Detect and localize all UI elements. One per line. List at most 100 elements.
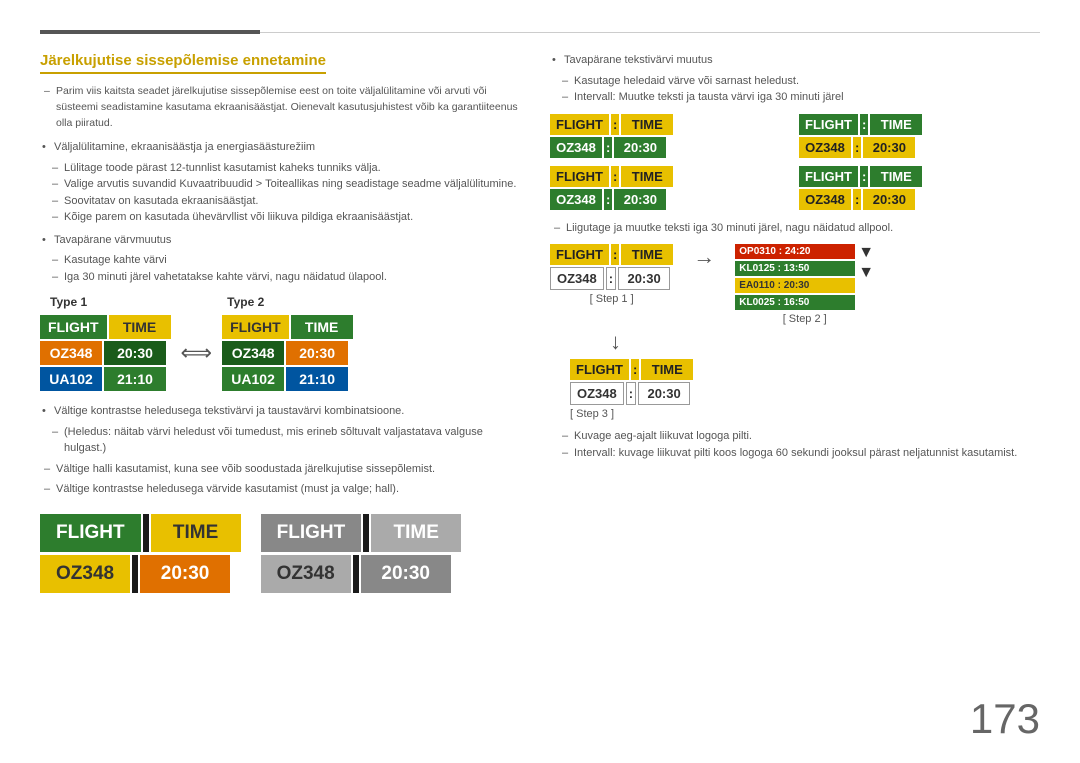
mb2-sep: : (860, 114, 868, 135)
ld2-sep2 (353, 555, 359, 593)
sub3-1: (Heledus: näitab värvi heledust või tume… (40, 424, 520, 457)
mb2-flight: FLIGHT (799, 114, 858, 135)
step1-board: FLIGHT : TIME OZ348 : 20:30 (550, 244, 673, 290)
ld1-oz348: OZ348 (40, 555, 130, 593)
sub1-3: Soovitatav on kasutada ekraanisäästjat. (40, 193, 520, 210)
mini-board-4: FLIGHT : TIME OZ348 : 20:30 (799, 166, 1040, 210)
ld1-sep2 (132, 555, 138, 593)
mb1-sep2: : (604, 137, 612, 158)
scroll-arrows: ▼ ▼ (858, 244, 874, 282)
right-sub1-2: Intervall: Muutke teksti ja tausta värvi… (550, 89, 1040, 106)
main-content: Järelkujutise sissepõlemise ennetamine P… (40, 52, 1040, 743)
type-labels: Type 1 Type 2 (50, 295, 520, 309)
type2-oz348: OZ348 (222, 341, 284, 365)
type1-flight: FLIGHT (40, 315, 107, 339)
bullet1: Väljalülitamine, ekraanisäästja ja energ… (40, 139, 520, 156)
step1-block: FLIGHT : TIME OZ348 : 20:30 [ Step 1 ] (550, 244, 673, 305)
step2-board: OP0310 : 24:20 KL0125 : 13:50 EA0110 : 2… (735, 244, 855, 310)
s1-oz348: OZ348 (550, 267, 604, 290)
large-displays: FLIGHT TIME OZ348 20:30 FLIGHT (40, 514, 520, 593)
ld2-time: TIME (371, 514, 461, 552)
type2-2110: 21:10 (286, 367, 348, 391)
sub2-2: Iga 30 minuti järel vahetatakse kahte vä… (40, 269, 520, 286)
s2-line2: KL0125 : 13:50 (735, 261, 855, 276)
mb4-sep2: : (853, 189, 861, 210)
down-arrow-icon: ↓ (610, 329, 621, 354)
s3-flight: FLIGHT (570, 359, 629, 380)
mb4-sep: : (860, 166, 868, 187)
mb1-sep: : (611, 114, 619, 135)
s2-line3: EA0110 : 20:30 (735, 278, 855, 293)
type-comparison: FLIGHT TIME OZ348 20:30 UA102 21:10 ⟺ (40, 315, 520, 391)
right-column: Tavapärane tekstivärvi muutus Kasutage h… (550, 52, 1040, 743)
left-column: Järelkujutise sissepõlemise ennetamine P… (40, 52, 520, 743)
sub1-1: Lülitage toode pärast 12-tunnlist kasuta… (40, 160, 520, 177)
top-rule-left (40, 30, 260, 34)
ld2-flight: FLIGHT (261, 514, 362, 552)
type2-display: FLIGHT TIME OZ348 20:30 UA102 21:10 (222, 315, 353, 391)
s1-sep: : (611, 244, 619, 265)
step3-block: FLIGHT : TIME OZ348 : 20:30 [ Step 3 ] (550, 359, 1040, 420)
type1-2110: 21:10 (104, 367, 166, 391)
swap-arrow-icon: ⟺ (181, 340, 213, 366)
step2-label: [ Step 2 ] (783, 313, 827, 325)
mb4-2030: 20:30 (863, 189, 915, 210)
note-logo2: Intervall: kuvage liikuvat pilti koos lo… (550, 445, 1040, 462)
s1-time: TIME (621, 244, 673, 265)
step3-board: FLIGHT : TIME OZ348 : 20:30 (570, 359, 693, 405)
type2-2030: 20:30 (286, 341, 348, 365)
s3-time: TIME (641, 359, 693, 380)
step2-block: OP0310 : 24:20 KL0125 : 13:50 EA0110 : 2… (735, 244, 874, 325)
s3-sep2: : (626, 382, 636, 405)
type2-label: Type 2 (227, 295, 264, 309)
top-rule-right (260, 32, 1040, 33)
s2-line4: KL0025 : 16:50 (735, 295, 855, 310)
flight-grid: FLIGHT : TIME OZ348 : 20:30 FLIGHT : (550, 114, 1040, 210)
ld1-flight: FLIGHT (40, 514, 141, 552)
type2-flight: FLIGHT (222, 315, 289, 339)
mini-board-2: FLIGHT : TIME OZ348 : 20:30 (799, 114, 1040, 158)
s3-2030: 20:30 (638, 382, 690, 405)
s1-2030: 20:30 (618, 267, 670, 290)
top-rule (40, 30, 1040, 34)
type1-label: Type 1 (50, 295, 87, 309)
right-arrow-icon: → (693, 244, 715, 270)
page: Järelkujutise sissepõlemise ennetamine P… (0, 0, 1080, 763)
ld1-2030: 20:30 (140, 555, 230, 593)
right-sub1-1: Kasutage heledaid värve või sarnast hele… (550, 73, 1040, 90)
mb3-sep: : (611, 166, 619, 187)
mini-board-1: FLIGHT : TIME OZ348 : 20:30 (550, 114, 791, 158)
mb4-time: TIME (870, 166, 922, 187)
mb2-oz348: OZ348 (799, 137, 851, 158)
bullet3: Vältige kontrastse heledusega tekstivärv… (40, 403, 520, 420)
type2-ua102: UA102 (222, 367, 284, 391)
ld2-oz348: OZ348 (261, 555, 351, 593)
mb3-sep2: : (604, 189, 612, 210)
ld1-time: TIME (151, 514, 241, 552)
type1-display: FLIGHT TIME OZ348 20:30 UA102 21:10 (40, 315, 171, 391)
s2-line1: OP0310 : 24:20 (735, 244, 855, 259)
scroll-arrow-2: ▼ (858, 264, 874, 282)
large-display-2: FLIGHT TIME OZ348 20:30 (261, 514, 462, 593)
mb4-flight: FLIGHT (799, 166, 858, 187)
mb1-flight: FLIGHT (550, 114, 609, 135)
mb1-2030: 20:30 (614, 137, 666, 158)
mb2-sep2: : (853, 137, 861, 158)
ld1-sep (143, 514, 149, 552)
mb1-time: TIME (621, 114, 673, 135)
step1-arrow: → (693, 244, 715, 288)
mb3-flight: FLIGHT (550, 166, 609, 187)
bullet2: Tavapärane värvmuutus (40, 232, 520, 249)
s1-sep2: : (606, 267, 616, 290)
mb3-time: TIME (621, 166, 673, 187)
type1-2030: 20:30 (104, 341, 166, 365)
mb4-oz348: OZ348 (799, 189, 851, 210)
mini-board-3: FLIGHT : TIME OZ348 : 20:30 (550, 166, 791, 210)
page-number: 173 (970, 695, 1040, 743)
section-title: Järelkujutise sissepõlemise ennetamine (40, 52, 326, 74)
large-display-1: FLIGHT TIME OZ348 20:30 (40, 514, 241, 593)
step3-label: [ Step 3 ] (570, 408, 614, 420)
mb2-2030: 20:30 (863, 137, 915, 158)
mb3-oz348: OZ348 (550, 189, 602, 210)
note-logo: Kuvage aeg-ajalt liikuvat logoga pilti. (550, 428, 1040, 445)
